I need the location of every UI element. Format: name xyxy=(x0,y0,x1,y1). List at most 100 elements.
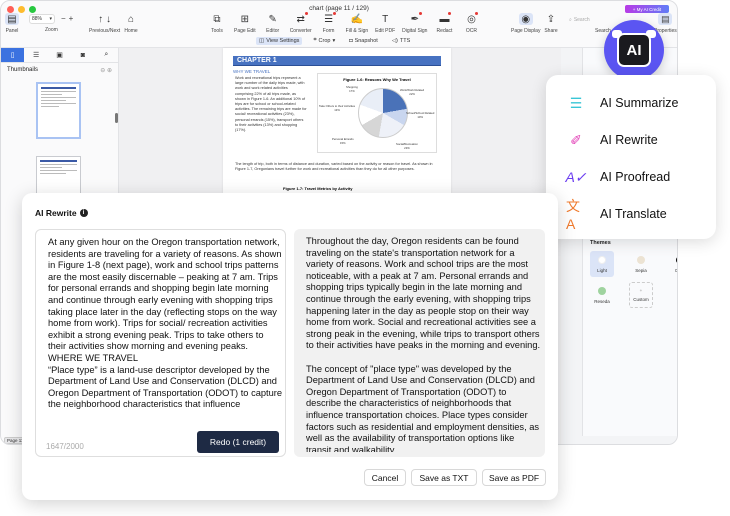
tool-label: Edit PDF xyxy=(375,28,396,34)
my-ai-credit-button[interactable]: + My AI Credit xyxy=(625,5,669,13)
theme-light[interactable]: Light xyxy=(590,251,614,277)
home-icon: ⌂ xyxy=(127,13,135,25)
theme-reseda[interactable]: Reseda xyxy=(590,282,614,308)
camera-icon: ◘ xyxy=(349,37,353,44)
tab-thumbnails[interactable]: ▯ xyxy=(1,48,25,62)
tool-label: Tools xyxy=(211,28,223,34)
panel-button[interactable]: ▤ Panel xyxy=(5,13,19,34)
tool-page-edit[interactable]: ⊞ Page Edit xyxy=(234,13,256,35)
window-title: chart (page 11 / 129) xyxy=(309,5,369,12)
previous-next-button[interactable]: ↑ ↓ Previous/Next xyxy=(89,13,121,35)
zoom-in-icon[interactable]: ⊕ xyxy=(107,68,112,74)
bookmark-icon: ▣ xyxy=(56,52,63,59)
view-settings-button[interactable]: ◫ View Settings xyxy=(256,36,303,45)
properties-icon: ▤ xyxy=(658,13,673,25)
swatch xyxy=(598,286,606,295)
sidebar-tabs: ▯ ☰ ▣ ◙ ⌕ xyxy=(1,48,118,63)
arrows-up-down-icon: ↑ ↓ xyxy=(98,13,111,25)
save-as-pdf-button[interactable]: Save as PDF xyxy=(482,469,546,486)
swatch xyxy=(676,255,677,264)
zoom-select[interactable]: 88% ▾ xyxy=(29,14,55,24)
theme-label: Sepia xyxy=(635,267,647,273)
tab-bookmarks[interactable]: ▣ xyxy=(48,48,71,62)
ai-assistant-badge[interactable]: AI xyxy=(604,20,664,80)
new-badge-dot xyxy=(475,12,479,15)
digital-sign-icon: ✒ xyxy=(409,12,422,25)
page-thumbnail-11[interactable] xyxy=(36,82,81,139)
home-button[interactable]: ⌂ Home xyxy=(124,13,138,35)
ai-rewrite-item[interactable]: ✐ AI Rewrite xyxy=(566,130,658,150)
tool-ocr[interactable]: ◎ OCR xyxy=(461,12,481,34)
theme-custom[interactable]: + Custom xyxy=(629,282,653,308)
panel-label: Panel xyxy=(5,28,19,34)
rewrite-result-panel: Throughout the day, Oregon residents can… xyxy=(294,229,545,457)
original-text[interactable]: At any given hour on the Oregon transpor… xyxy=(48,237,283,412)
tts-label: TTS xyxy=(399,37,411,44)
tool-converter[interactable]: ⇄ Converter xyxy=(290,12,312,34)
summarize-icon: ☰ xyxy=(569,94,583,111)
ai-tools-menu: ☰ AI Summarize ✐ AI Rewrite A✓ AI Proofread… xyxy=(546,75,716,239)
tool-redact[interactable]: ▬ Redact xyxy=(434,12,454,34)
zoom-in-button[interactable]: + xyxy=(69,14,77,23)
ocr-icon: ◎ xyxy=(465,12,479,25)
themes-label: Themes xyxy=(590,240,611,246)
new-badge-dot xyxy=(304,12,308,15)
tts-button[interactable]: ◁) TTS xyxy=(389,37,413,45)
page-icon: ▯ xyxy=(10,52,15,59)
thumbnail-zoom-controls: ⊖ ⊕ xyxy=(100,67,112,74)
previous-next-label: Previous/Next xyxy=(89,28,121,34)
pie-label: Shopping 17% xyxy=(346,85,358,93)
sidebar-scrollbar[interactable] xyxy=(115,113,118,123)
body-text-2: The length of trip, both in terms of dis… xyxy=(235,162,433,172)
share-icon: ⇪ xyxy=(546,13,556,25)
translate-icon: 文A xyxy=(566,198,580,232)
speaker-icon: ◁) xyxy=(391,37,398,44)
rewrite-icon: ✐ xyxy=(570,131,582,148)
redo-button[interactable]: Redo (1 credit) xyxy=(197,431,279,453)
view-subtoolbar: ◫ View Settings ⌗ Crop ▾ ◘ Snapshot ◁) TTS xyxy=(256,36,413,45)
ai-summarize-item[interactable]: ☰ AI Summarize xyxy=(566,93,679,113)
save-as-txt-button[interactable]: Save as TXT xyxy=(411,469,477,486)
pie-label: Take Others to their Activities 13% xyxy=(319,104,356,112)
page-edit-icon: ⊞ xyxy=(240,13,250,25)
tab-attachments[interactable]: ◙ xyxy=(71,48,94,62)
zoom-out-icon[interactable]: ⊖ xyxy=(100,68,105,74)
toolbar: chart (page 11 / 129) ▤ Panel 88% ▾ −+ Z… xyxy=(1,1,677,48)
swatch xyxy=(598,255,606,264)
theme-label: Light xyxy=(597,267,607,273)
ai-proofread-item[interactable]: A✓ AI Proofread xyxy=(565,167,670,187)
tool-editor[interactable]: ✎ Editor xyxy=(263,13,283,35)
pie-label: Personal Errands 15% xyxy=(332,137,354,145)
figure-pie-chart: Figure 1-6: Reasons Why We Travel Shoppi… xyxy=(317,73,437,153)
snapshot-button[interactable]: ◘ Snapshot xyxy=(346,37,381,45)
ai-translate-item[interactable]: 文A AI Translate xyxy=(566,198,667,232)
zoom-stepper: −+ xyxy=(61,14,76,23)
tool-tools[interactable]: ⧉ Tools xyxy=(207,13,227,35)
cancel-button[interactable]: Cancel xyxy=(364,469,406,486)
share-button[interactable]: ⇪ Share xyxy=(544,13,558,35)
chevron-down-icon: ▾ xyxy=(49,16,52,22)
figure-2-title: Figure 1-7: Travel Metrics by Activity xyxy=(283,186,353,191)
tab-outline[interactable]: ☰ xyxy=(24,48,47,62)
page-display-button[interactable]: ◉ Page Display xyxy=(511,13,540,34)
proofread-icon: A✓ xyxy=(565,168,587,185)
edit-pdf-icon: T xyxy=(382,13,389,25)
theme-label: Custom xyxy=(633,297,649,302)
search-icon: ⌕ xyxy=(104,51,109,58)
tool-fill-sign[interactable]: ✍ Fill & Sign xyxy=(346,13,369,35)
original-text-editor[interactable]: At any given hour on the Oregon transpor… xyxy=(35,229,286,457)
theme-dark[interactable]: Dark xyxy=(668,251,677,277)
tool-label: Redact xyxy=(436,28,453,34)
crop-button[interactable]: ⌗ Crop ▾ xyxy=(310,36,338,45)
tool-edit-pdf[interactable]: T Edit PDF xyxy=(375,13,396,35)
tool-form[interactable]: ☰ Form xyxy=(319,12,339,34)
crop-icon: ⌗ xyxy=(313,37,317,43)
tab-search[interactable]: ⌕ xyxy=(95,48,118,62)
body-text: Work and recreational trips represent a … xyxy=(235,76,307,133)
zoom-out-button[interactable]: − xyxy=(61,14,69,23)
info-icon[interactable]: i xyxy=(79,209,88,217)
share-label: Share xyxy=(544,28,558,34)
new-badge-dot xyxy=(448,12,452,15)
tool-digital-sign[interactable]: ✒ Digital Sign xyxy=(402,12,427,34)
theme-sepia[interactable]: Sepia xyxy=(629,251,653,277)
